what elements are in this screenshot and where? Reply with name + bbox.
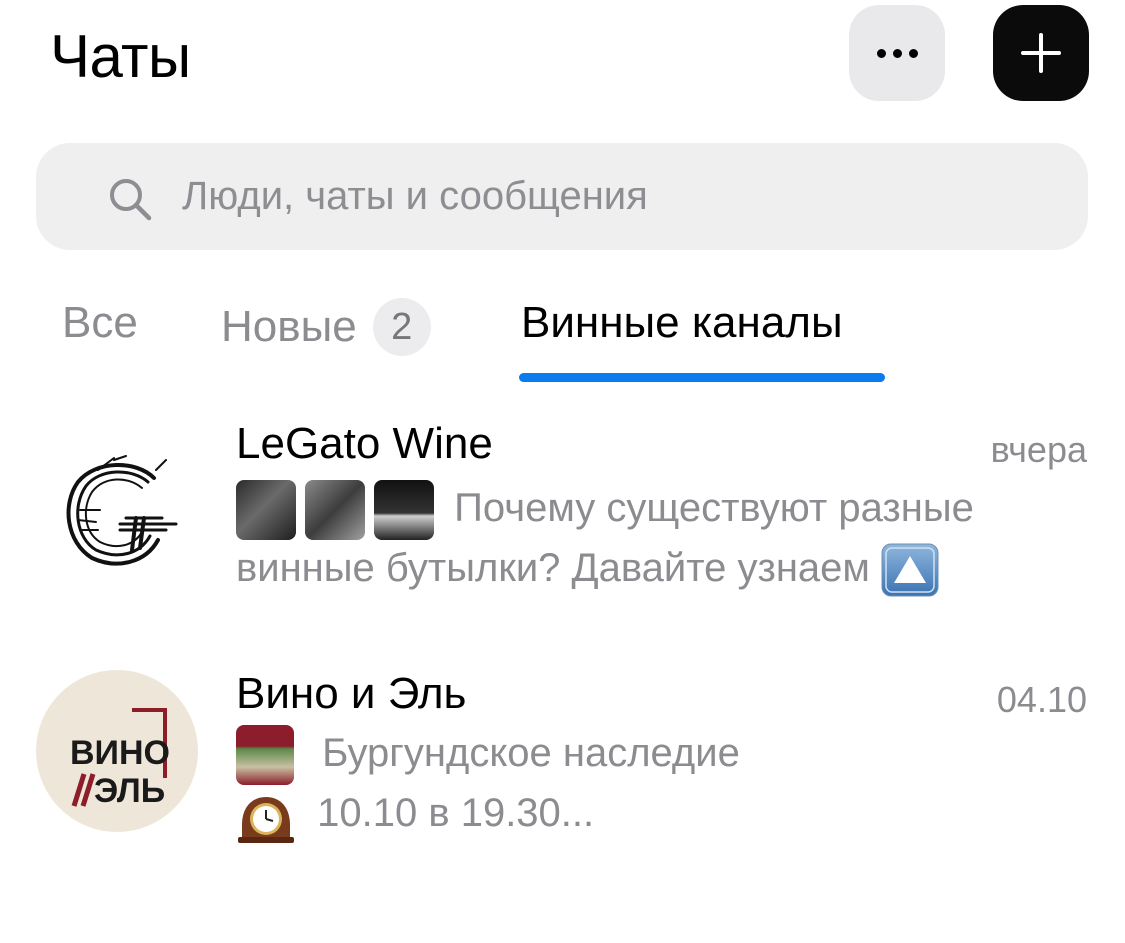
more-button[interactable]: [849, 5, 945, 101]
avatar-text-top: ВИНО: [70, 734, 170, 772]
plus-icon: [1021, 33, 1061, 73]
preview-text: Бургундское наследие: [322, 731, 740, 775]
chat-name: LeGato Wine: [236, 419, 493, 468]
tab-bar: Все Новые 2 Винные каналы: [0, 280, 1125, 390]
vino-i-el-logo-icon: ВИНО ЭЛЬ: [70, 708, 170, 810]
avatar: ВИНО ЭЛЬ: [36, 670, 198, 832]
message-preview-cont: винные бутылки? Давайте узнаем: [236, 538, 939, 598]
more-dot: [892, 48, 902, 58]
search-icon: [110, 179, 152, 221]
chat-time: вчера: [990, 429, 1087, 470]
message-preview: Бургундское наследие: [236, 723, 740, 786]
media-thumbnail: [236, 480, 296, 541]
header: Чаты: [0, 0, 1125, 120]
avatar-text-bottom: ЭЛЬ: [94, 772, 165, 810]
media-thumbnail: [305, 480, 365, 541]
preview-text: Почему существуют разные: [454, 486, 974, 530]
tab-label: Новые: [221, 302, 357, 351]
legato-logo-icon: [66, 455, 178, 566]
tab-label: Все: [62, 298, 138, 347]
tab-wine-channels[interactable]: Винные каналы: [521, 298, 843, 348]
media-thumbnail: [374, 480, 434, 541]
new-chat-button[interactable]: [993, 5, 1089, 101]
page-title: Чаты: [50, 23, 191, 90]
avatar: [36, 430, 198, 592]
mantelpiece-clock-icon: [238, 797, 294, 844]
up-button-icon: [881, 543, 939, 597]
active-tab-indicator: [519, 373, 885, 382]
chat-list-item[interactable]: LeGato Wine вчера Почему существуют разн…: [0, 405, 1125, 645]
search-bar[interactable]: [36, 143, 1088, 250]
tab-label: Винные каналы: [521, 298, 843, 347]
preview-text: 10.10 в 19.30...: [317, 791, 595, 835]
chat-time: 04.10: [996, 679, 1087, 720]
message-preview: Почему существуют разные: [236, 478, 974, 541]
unread-badge: 2: [372, 298, 431, 356]
preview-text: винные бутылки? Давайте узнаем: [236, 546, 870, 590]
more-dot: [908, 48, 918, 58]
media-thumbnail: [236, 725, 294, 786]
chat-list-item[interactable]: ВИНО ЭЛЬ Вино и Эль 04.10 Бургундское на…: [0, 655, 1125, 895]
message-preview-cont: 10.10 в 19.30...: [236, 783, 594, 845]
search-input[interactable]: [182, 165, 1042, 227]
more-dots-icon: [876, 48, 886, 58]
chat-name: Вино и Эль: [236, 669, 467, 718]
tab-new[interactable]: Новые 2: [221, 298, 431, 356]
tab-all[interactable]: Все: [62, 298, 138, 348]
